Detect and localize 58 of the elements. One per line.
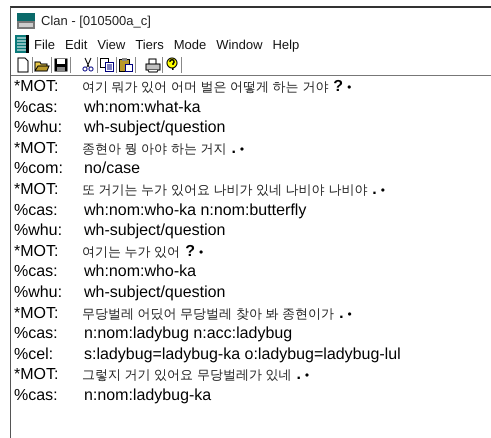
dependent-tier-label: %cas: — [14, 263, 59, 282]
utterance-terminator: ? — [333, 78, 344, 96]
bullet-marker: • — [380, 182, 385, 197]
clipboard-icon[interactable] — [117, 57, 136, 73]
tier-text: wh:nom:what-ka — [84, 98, 200, 117]
window-title: Clan - [010500a_c] — [41, 13, 151, 28]
utterance-text: 여기는 누가 있어 — [82, 242, 180, 261]
utterance-terminator: . — [231, 140, 236, 158]
printer-icon[interactable] — [144, 57, 163, 73]
bullet-marker: • — [348, 306, 352, 321]
dependent-tier-label: %whu: — [14, 222, 64, 240]
bullet-marker: • — [304, 368, 310, 382]
menu-item[interactable]: Help — [268, 36, 304, 52]
menu-item[interactable]: File — [29, 36, 60, 52]
tier-text: n:nom:ladybug n:acc:ladybug — [84, 325, 292, 344]
utterance-text: 여기 뭐가 있어 어머 벌은 어떻게 하는 거야 — [82, 78, 328, 96]
dependent-tier-label: %cas: — [14, 386, 59, 405]
speaker-tier-label: *MOT: — [14, 78, 60, 96]
dependent-tier-label: %whu: — [14, 284, 64, 302]
dependent-tier-label: %cel: — [14, 346, 54, 364]
dependent-tier-label: %whu: — [14, 119, 64, 138]
bullet-marker: • — [199, 244, 204, 259]
menu-item[interactable]: View — [92, 36, 130, 52]
copy-icon[interactable] — [98, 57, 117, 73]
bullet-marker: • — [240, 142, 244, 156]
speaker-tier-label: *MOT: — [14, 304, 60, 323]
utterance-terminator: . — [339, 304, 344, 323]
tier-text: wh:nom:who-ka — [84, 263, 196, 282]
menu-item[interactable]: Edit — [60, 36, 92, 52]
speaker-tier-label: *MOT: — [14, 242, 60, 261]
utterance-text: 그렇지 거기 있어요 무당벌레가 있네 — [82, 366, 292, 384]
dependent-tier-label: %cas: — [14, 325, 59, 344]
tier-text: wh-subject/question — [84, 119, 226, 138]
tier-text: wh-subject/question — [84, 284, 226, 302]
tier-text: s:ladybug=ladybug-ka o:ladybug=ladybug-lul — [84, 346, 401, 364]
speaker-tier-label: *MOT: — [14, 180, 60, 199]
utterance-terminator: . — [296, 366, 301, 384]
utterance-text: 무당벌레 어딨어 무당벌레 찾아 봐 종현이가 — [82, 304, 334, 323]
tier-text: no/case — [84, 160, 140, 178]
menu-item[interactable]: Mode — [168, 36, 212, 52]
utterance-text: 종현아 뭥 아야 하는 거지 — [82, 140, 226, 158]
dependent-tier-label: %cas: — [14, 98, 59, 117]
dependent-tier-label: %com: — [14, 160, 64, 178]
dependent-tier-label: %cas: — [14, 202, 59, 220]
tier-text: wh-subject/question — [84, 222, 226, 240]
app-icon — [17, 12, 35, 28]
tier-text: n:nom:ladybug-ka — [84, 386, 212, 405]
document-icon[interactable] — [15, 35, 29, 53]
utterance-text: 또 거기는 누가 있어요 나비가 있네 나비야 나비야 — [82, 180, 368, 199]
menu-item[interactable]: Tiers — [130, 36, 169, 52]
folder-icon[interactable] — [33, 57, 52, 73]
bullet-marker: • — [347, 80, 352, 94]
speaker-tier-label: *MOT: — [14, 366, 60, 384]
speaker-tier-label: *MOT: — [14, 140, 60, 158]
tier-text: wh:nom:who-ka n:nom:butterfly — [84, 202, 306, 220]
utterance-terminator: ? — [185, 242, 196, 261]
utterance-terminator: . — [372, 180, 377, 199]
menu-item[interactable]: Window — [211, 36, 268, 52]
